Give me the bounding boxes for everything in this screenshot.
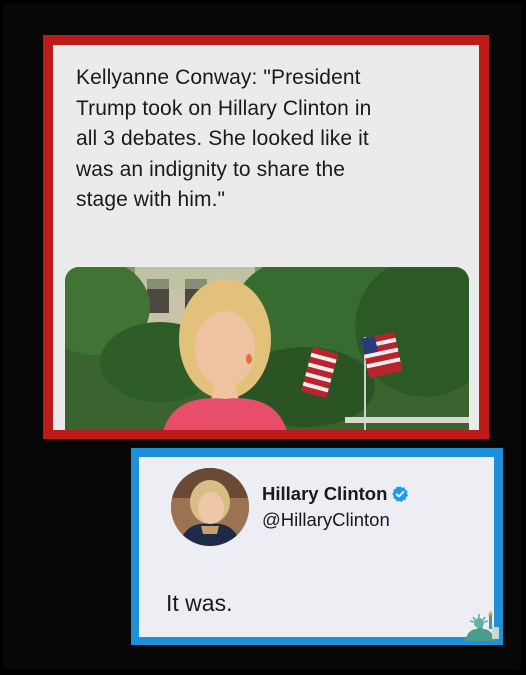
- news-photo: [65, 267, 469, 430]
- quote-line: Kellyanne Conway: "President: [76, 66, 361, 89]
- quote-line: stage with him.": [76, 188, 226, 211]
- display-name[interactable]: Hillary Clinton: [262, 483, 409, 505]
- statue-of-liberty-icon: [465, 610, 499, 641]
- handle[interactable]: @HillaryClinton: [262, 509, 390, 531]
- meme-frame: Kellyanne Conway: "President Trump took …: [3, 3, 521, 670]
- avatar[interactable]: [171, 468, 249, 546]
- quote-line: was an indignity to share the: [76, 157, 346, 181]
- news-photo-illustration: [65, 267, 469, 430]
- verified-badge-icon: [392, 486, 409, 502]
- tweet-card-content: Hillary Clinton @HillaryClinton It was.: [139, 457, 494, 637]
- tweet-card: Hillary Clinton @HillaryClinton It was.: [131, 448, 503, 645]
- quote-card: Kellyanne Conway: "President Trump took …: [43, 35, 489, 439]
- quote-card-content: Kellyanne Conway: "President Trump took …: [53, 45, 479, 430]
- quote-line: all 3 debates. She looked like it: [76, 127, 369, 150]
- quote-text: Kellyanne Conway: "President Trump took …: [76, 63, 466, 216]
- tweet-text: It was.: [166, 590, 233, 616]
- quote-line: Trump took on Hillary Clinton in: [76, 96, 372, 120]
- avatar-portrait: [171, 468, 249, 546]
- display-name-text: Hillary Clinton: [262, 483, 388, 504]
